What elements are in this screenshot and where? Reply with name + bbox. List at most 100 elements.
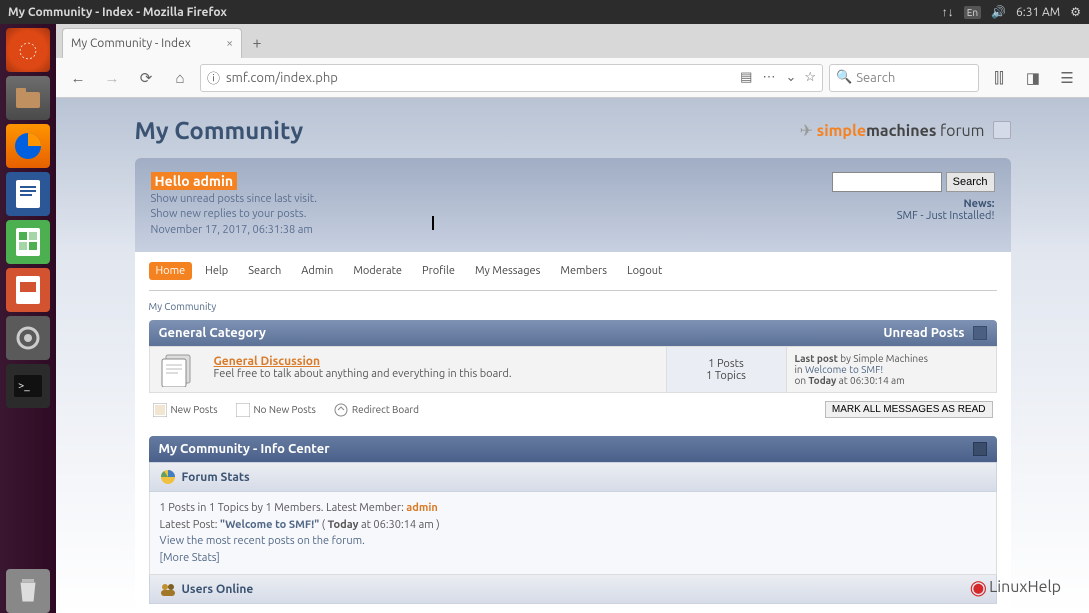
- last-post-topic[interactable]: Welcome to SMF!: [805, 364, 883, 375]
- last-post-time: at 06:30:14 am: [836, 375, 904, 386]
- category-title[interactable]: General Category: [159, 326, 884, 340]
- launcher-trash-icon[interactable]: [6, 569, 50, 613]
- board-row: General Discussion Feel free to talk abo…: [149, 346, 997, 393]
- panel-indicators: ↑↓ En 🔊 6:31 AM ⚙: [942, 5, 1081, 19]
- new-tab-button[interactable]: +: [242, 28, 272, 58]
- back-button[interactable]: ←: [64, 64, 92, 92]
- sidebar-icon[interactable]: ◨: [1019, 64, 1047, 92]
- menu-logout[interactable]: Logout: [620, 262, 669, 280]
- hamburger-menu-icon[interactable]: ☰: [1053, 64, 1081, 92]
- power-icon[interactable]: ⚙: [1070, 5, 1081, 19]
- reader-icon[interactable]: ▤: [740, 70, 752, 85]
- menu-profile[interactable]: Profile: [415, 262, 462, 280]
- board-icon[interactable]: [150, 347, 206, 392]
- launcher-terminal-icon[interactable]: >_: [6, 364, 50, 408]
- forum-search-button[interactable]: Search: [946, 172, 995, 192]
- forward-button[interactable]: →: [98, 64, 126, 92]
- current-datetime: November 17, 2017, 06:31:38 am: [151, 224, 313, 236]
- reload-button[interactable]: ⟳: [132, 64, 160, 92]
- unread-posts-link[interactable]: Unread Posts: [883, 326, 964, 340]
- launcher-settings-icon[interactable]: [6, 316, 50, 360]
- last-post-date: Today: [808, 375, 836, 386]
- menu-search[interactable]: Search: [241, 262, 288, 280]
- bookmark-icon[interactable]: ☆: [804, 70, 816, 85]
- board-posts-count: 1 Posts: [708, 358, 744, 370]
- launcher-files-icon[interactable]: [6, 76, 50, 120]
- network-icon[interactable]: ↑↓: [942, 5, 954, 19]
- gnome-panel: My Community - Index - Mozilla Firefox ↑…: [0, 0, 1089, 24]
- smf-logo[interactable]: ✈ simplemachines forum: [800, 121, 985, 140]
- menu-help[interactable]: Help: [198, 262, 235, 280]
- last-post-by: by Simple Machines: [838, 353, 928, 364]
- main-panel: Home Help Search Admin Moderate Profile …: [135, 252, 1011, 610]
- sound-icon[interactable]: 🔊: [991, 5, 1006, 19]
- forum-stats-header: Forum Stats: [149, 462, 997, 492]
- collapse-header-button[interactable]: [993, 121, 1011, 139]
- latest-post-label: Latest Post:: [160, 519, 220, 531]
- launcher-writer-icon[interactable]: [6, 172, 50, 216]
- user-links: Show unread posts since last visit. Show…: [151, 192, 832, 238]
- language-indicator[interactable]: En: [964, 6, 981, 19]
- latest-post-link[interactable]: "Welcome to SMF!": [220, 519, 319, 531]
- users-icon: [160, 581, 176, 597]
- collapse-category-button[interactable]: [973, 326, 987, 340]
- breadcrumb[interactable]: My Community: [149, 301, 997, 312]
- home-button[interactable]: ⌂: [166, 64, 194, 92]
- forum-search-input[interactable]: [832, 172, 942, 192]
- forum-header: My Community ✈ simplemachines forum: [135, 110, 1011, 150]
- library-icon[interactable]: ⫿⫿: [985, 64, 1013, 92]
- page-actions-icon[interactable]: ⋯: [762, 70, 775, 85]
- last-post-in-label: in: [795, 364, 805, 375]
- menu-messages[interactable]: My Messages: [468, 262, 547, 280]
- news-label: News:: [832, 198, 995, 210]
- link-unread-posts[interactable]: Show unread posts since last visit.: [151, 193, 317, 205]
- users-online-title: Users Online: [182, 583, 254, 596]
- search-placeholder: Search: [856, 71, 895, 85]
- launcher-firefox-icon[interactable]: [6, 124, 50, 168]
- forum-search: Search: [832, 172, 995, 192]
- news-text: SMF - Just Installed!: [832, 210, 995, 222]
- pocket-icon[interactable]: ⌄: [785, 70, 796, 85]
- more-stats-link[interactable]: [More Stats]: [160, 552, 220, 564]
- menu-admin[interactable]: Admin: [294, 262, 340, 280]
- launcher-impress-icon[interactable]: [6, 268, 50, 312]
- page-viewport[interactable]: My Community ✈ simplemachines forum Hell…: [56, 98, 1089, 613]
- board-name[interactable]: General Discussion: [214, 355, 321, 368]
- board-info: General Discussion Feel free to talk abo…: [206, 347, 666, 392]
- browser-tab-active[interactable]: My Community - Index ×: [62, 28, 242, 58]
- info-icon[interactable]: ⓘ: [207, 68, 220, 87]
- tab-strip: My Community - Index × +: [56, 24, 1089, 58]
- forum-title[interactable]: My Community: [135, 117, 800, 144]
- tab-label: My Community - Index: [71, 37, 226, 50]
- launcher-calc-icon[interactable]: [6, 220, 50, 264]
- menu-members[interactable]: Members: [553, 262, 614, 280]
- menu-home[interactable]: Home: [149, 262, 193, 280]
- mark-all-read-button[interactable]: MARK ALL MESSAGES AS READ: [825, 401, 993, 418]
- browser-search-bar[interactable]: 🔍 Search: [829, 64, 979, 92]
- menu-moderate[interactable]: Moderate: [346, 262, 409, 280]
- window-title: My Community - Index - Mozilla Firefox: [8, 6, 942, 19]
- legend-new-posts: New Posts: [153, 403, 218, 417]
- stats-icon: [160, 469, 176, 485]
- user-panel-right: Search News: SMF - Just Installed!: [832, 172, 995, 238]
- clock[interactable]: 6:31 AM: [1016, 6, 1060, 19]
- url-bar[interactable]: ⓘ smf.com/index.php ▤ ⋯ ⌄ ☆: [200, 64, 823, 92]
- board-topics-count: 1 Topics: [706, 370, 746, 382]
- nav-bar: ← → ⟳ ⌂ ⓘ smf.com/index.php ▤ ⋯ ⌄ ☆ 🔍 Se…: [56, 58, 1089, 98]
- view-recent-posts-link[interactable]: View the most recent posts on the forum.: [160, 535, 365, 547]
- svg-text:>_: >_: [18, 380, 30, 392]
- tab-close-icon[interactable]: ×: [226, 37, 233, 50]
- collapse-info-button[interactable]: [973, 442, 987, 456]
- search-icon: 🔍: [836, 70, 852, 85]
- board-stats: 1 Posts 1 Topics: [666, 347, 786, 392]
- link-new-replies[interactable]: Show new replies to your posts.: [151, 208, 307, 220]
- launcher-dash-icon[interactable]: ◌: [6, 28, 50, 72]
- forum-container: My Community ✈ simplemachines forum Hell…: [123, 98, 1023, 613]
- board-last-post: Last post by Simple Machines in Welcome …: [786, 347, 996, 392]
- last-post-label: Last post: [795, 353, 838, 364]
- category-header: General Category Unread Posts: [149, 320, 997, 346]
- latest-member-link[interactable]: admin: [406, 502, 438, 514]
- text-cursor-indicator: [432, 216, 434, 230]
- greeting: Hello admin: [151, 172, 238, 190]
- forum-stats-body: 1 Posts in 1 Topics by 1 Members. Latest…: [149, 492, 997, 575]
